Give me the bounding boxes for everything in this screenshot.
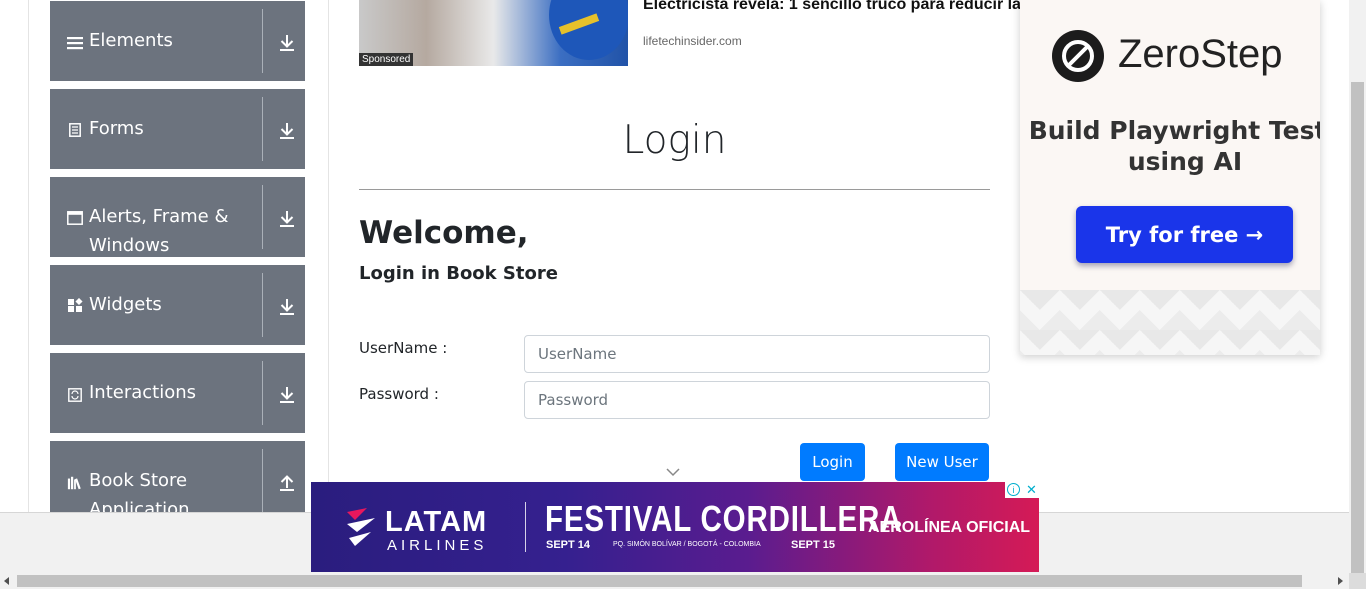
divider [359, 189, 990, 190]
zerostep-tagline: Build Playwright Tests using AI [1028, 116, 1320, 176]
widgets-icon [67, 298, 83, 314]
sidebar-group-forms[interactable]: Forms [50, 89, 305, 169]
new-user-button[interactable]: New User [895, 443, 989, 481]
sponsored-ad-image[interactable]: Sponsored [359, 0, 628, 66]
arrow-up-icon[interactable] [278, 472, 296, 492]
zerostep-brand: ZeroStep [1118, 32, 1283, 76]
password-input[interactable] [524, 381, 990, 419]
sidebar-right-border [328, 0, 329, 512]
ad-controls: i ✕ [1005, 482, 1039, 498]
arrow-down-icon[interactable] [278, 384, 296, 404]
scrollbar-corner [1349, 573, 1366, 589]
books-icon [67, 475, 83, 491]
sidebar-left-border [28, 0, 29, 512]
sidebar-group-widgets[interactable]: Widgets [50, 265, 305, 345]
sponsored-badge: Sponsored [359, 53, 414, 66]
ad-info-icon[interactable]: i [1007, 483, 1020, 496]
divider [262, 185, 263, 249]
username-label: UserName : [359, 339, 448, 357]
divider [262, 449, 263, 512]
password-label: Password : [359, 385, 439, 403]
sidebar-group-label: Widgets [89, 294, 162, 315]
horizontal-scrollbar[interactable] [0, 573, 1349, 589]
sponsored-ad-domain[interactable]: lifetechinsider.com [643, 34, 742, 48]
sidebar-group-book-store[interactable]: Book Store Application [50, 441, 305, 512]
arrow-down-icon[interactable] [278, 120, 296, 140]
sidebar-group-label: Alerts, Frame & Windows [89, 206, 229, 256]
login-button[interactable]: Login [800, 443, 865, 481]
sponsored-ad-title[interactable]: Electricista revela: 1 sencillo truco pa… [643, 0, 1023, 15]
welcome-heading: Welcome, [359, 215, 529, 251]
sidebar-group-alerts[interactable]: Alerts, Frame & Windows [50, 177, 305, 257]
latam-tagline: AEROLÍNEA OFICIAL [868, 519, 1031, 536]
sidebar-group-label: Elements [89, 30, 173, 51]
divider [262, 97, 263, 161]
festival-venue: PQ. SIMÓN BOLÍVAR / BOGOTÁ - COLOMBIA [613, 541, 761, 548]
sidebar-group-elements[interactable]: Elements [50, 1, 305, 81]
festival-title: FESTIVAL CORDILLERA [545, 498, 903, 539]
hamburger-icon [67, 35, 83, 51]
username-input[interactable] [524, 335, 990, 373]
sidebar-group-label: Forms [89, 118, 144, 139]
sidebar-group-label: Book Store Application [89, 470, 190, 512]
window-icon [67, 210, 83, 226]
zerostep-ad-pattern [1020, 290, 1320, 355]
latam-logo-icon [347, 508, 375, 546]
latam-brand: LATAM [385, 506, 488, 538]
divider [262, 273, 263, 337]
page-title: Login [622, 118, 727, 163]
festival-end-date: SEPT 15 [791, 539, 836, 551]
scrollbar-thumb[interactable] [17, 575, 1302, 587]
arrow-down-icon[interactable] [278, 32, 296, 52]
arrow-down-icon[interactable] [278, 296, 296, 316]
sidebar-group-label: Interactions [89, 382, 197, 403]
document-icon [67, 122, 83, 138]
arrow-down-icon[interactable] [278, 208, 296, 228]
scroll-right-arrow-icon[interactable] [1338, 577, 1343, 585]
scrollbar-thumb[interactable] [1351, 82, 1364, 573]
ad-close-icon[interactable]: ✕ [1024, 482, 1039, 498]
zerostep-logo-icon [1052, 30, 1104, 82]
divider [262, 9, 263, 73]
latam-banner-ad[interactable]: LATAM AIRLINES FESTIVAL CORDILLERA SEPT … [311, 482, 1039, 572]
sidebar-group-interactions[interactable]: Interactions [50, 353, 305, 433]
divider [262, 361, 263, 425]
divider [525, 502, 526, 552]
vertical-scrollbar[interactable] [1349, 0, 1366, 573]
scroll-left-arrow-icon[interactable] [4, 577, 9, 585]
festival-start-date: SEPT 14 [546, 539, 591, 551]
chevron-down-icon[interactable] [666, 467, 680, 477]
zerostep-ad[interactable]: ZeroStep Build Playwright Tests using AI… [1020, 0, 1320, 355]
login-subheading: Login in Book Store [359, 263, 558, 284]
refresh-icon [67, 387, 83, 403]
latam-subbrand: AIRLINES [387, 537, 488, 554]
try-for-free-button[interactable]: Try for free → [1076, 206, 1293, 263]
